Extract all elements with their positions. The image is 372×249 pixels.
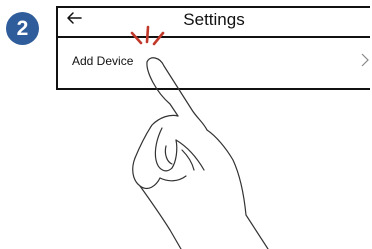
header-divider bbox=[58, 36, 370, 38]
chevron-right-icon bbox=[361, 53, 369, 67]
settings-screen: Settings Add Device bbox=[56, 6, 370, 90]
add-device-item[interactable]: Add Device bbox=[72, 54, 133, 68]
screen-title: Settings bbox=[183, 10, 245, 29]
step-number-badge: 2 bbox=[6, 12, 39, 45]
